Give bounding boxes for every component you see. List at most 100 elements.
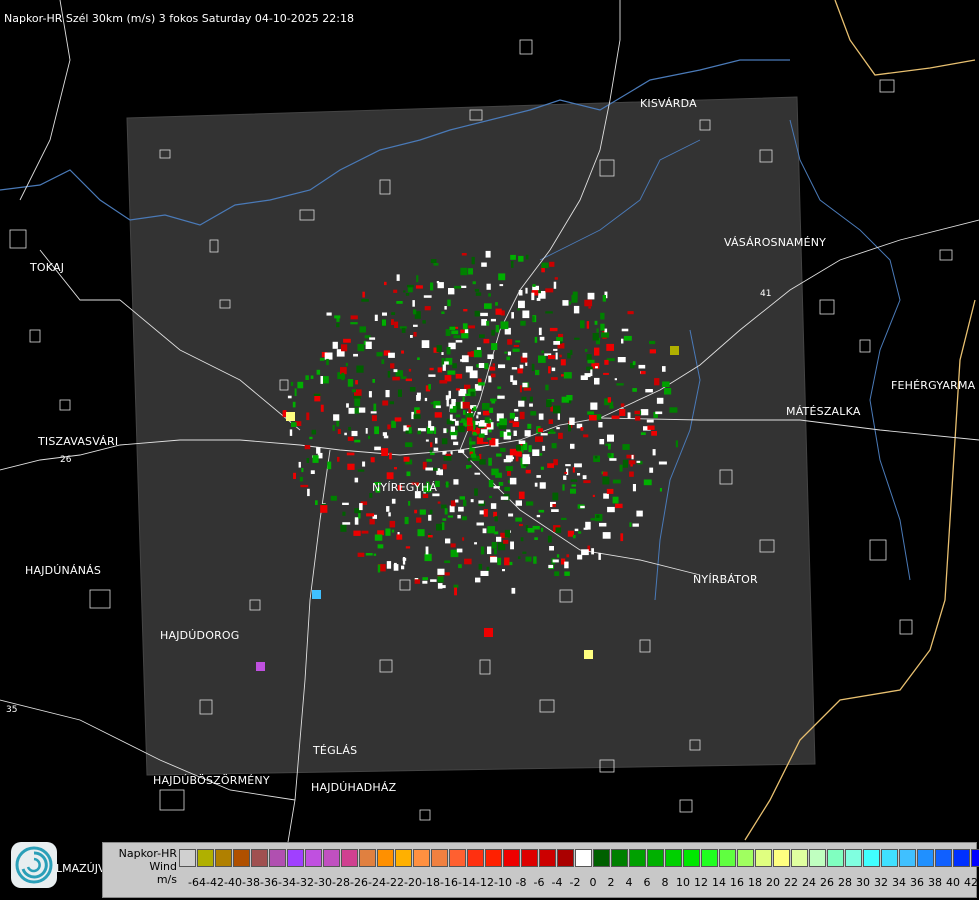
radar-map: 26 35 41 <box>0 0 979 861</box>
legend-title-line-2: Wind <box>149 860 177 873</box>
legend-tick-label: 34 <box>892 876 906 889</box>
legend-tick-label: -38 <box>242 876 260 889</box>
legend-swatch <box>737 849 754 867</box>
legend-swatch <box>809 849 826 867</box>
legend-swatch <box>341 849 358 867</box>
legend-swatch <box>251 849 268 867</box>
city-label-hajdunanas: HAJDÚNÁNÁS <box>25 564 102 577</box>
legend-swatch <box>431 849 448 867</box>
city-label-tiszavasvari: TISZAVASVÁRI <box>38 435 119 448</box>
legend-swatch <box>287 849 304 867</box>
legend-swatch <box>719 849 736 867</box>
legend-tick-label: 22 <box>784 876 798 889</box>
legend-swatch <box>611 849 628 867</box>
legend-swatch <box>449 849 466 867</box>
legend-swatch <box>557 849 574 867</box>
legend-tick-label: 24 <box>802 876 816 889</box>
legend-tick-label: 28 <box>838 876 852 889</box>
city-label-teglas: TÉGLÁS <box>313 744 358 757</box>
legend-tick-label: -8 <box>515 876 527 889</box>
legend-swatch <box>683 849 700 867</box>
legend-swatch <box>485 849 502 867</box>
road-number-35: 35 <box>6 705 17 715</box>
legend-tick-label: 0 <box>589 876 597 889</box>
legend-tick-label: -42 <box>206 876 224 889</box>
city-label-nyirbator: NYÍRBÁTOR <box>693 573 758 586</box>
legend-swatch <box>575 849 592 867</box>
legend-tick-label: -22 <box>386 876 404 889</box>
legend-tick-label: -6 <box>533 876 545 889</box>
legend-swatch <box>881 849 898 867</box>
legend-tick-label: 26 <box>820 876 834 889</box>
legend-swatch <box>323 849 340 867</box>
legend-swatch <box>863 849 880 867</box>
legend-tick-label: -2 <box>569 876 581 889</box>
legend-tick-label: -12 <box>476 876 494 889</box>
legend-tick-label: 20 <box>766 876 780 889</box>
legend-swatch <box>179 849 196 867</box>
legend-tick-label: 6 <box>643 876 651 889</box>
map-title: Napkor-HR Szél 30km (m/s) 3 fokos Saturd… <box>4 12 354 25</box>
legend-tick-label: -36 <box>260 876 278 889</box>
city-label-fehergyarmat: FEHÉRGYARMA <box>891 379 976 392</box>
city-label-hajduboszormeny: HAJDÚBÖSZÖRMÉNY <box>153 774 270 787</box>
legend-swatch <box>521 849 538 867</box>
legend-tick-label: 36 <box>910 876 924 889</box>
legend-swatch <box>755 849 772 867</box>
legend-swatch <box>701 849 718 867</box>
legend-title-line-3: m/s <box>156 873 177 886</box>
legend-swatch <box>827 849 844 867</box>
legend-tick-label: -10 <box>494 876 512 889</box>
road-number-26: 26 <box>60 455 72 465</box>
legend-tick-label: -26 <box>350 876 368 889</box>
city-label-hajduhadhaz: HAJDÚHADHÁZ <box>311 781 397 794</box>
legend-swatch <box>953 849 970 867</box>
legend-tick-label: 42 <box>964 876 978 889</box>
legend-tick-label: -64 <box>188 876 206 889</box>
legend-swatch <box>935 849 952 867</box>
legend-tick-label: -16 <box>440 876 458 889</box>
legend-swatches <box>179 849 979 867</box>
legend-swatch <box>773 849 790 867</box>
legend-swatch <box>791 849 808 867</box>
city-label-tokaj: TOKAJ <box>30 261 65 274</box>
legend-swatch <box>233 849 250 867</box>
city-label-vasarosnameny: VÁSÁROSNAMÉNY <box>724 236 827 249</box>
legend-tick-label: 32 <box>874 876 888 889</box>
legend-swatch <box>503 849 520 867</box>
legend-tick-label: -24 <box>368 876 386 889</box>
city-label-nyiregyhaza: NYÍREGYHÁ <box>372 481 438 494</box>
city-label-kisvarda: KISVÁRDA <box>640 97 697 110</box>
legend-tick-label: -18 <box>422 876 440 889</box>
legend-tick-label: -30 <box>314 876 332 889</box>
legend-tick-label: 38 <box>928 876 942 889</box>
legend-swatch <box>899 849 916 867</box>
legend-tick-label: -14 <box>458 876 476 889</box>
napkor-logo-icon <box>11 842 57 888</box>
legend-title: Napkor-HR Wind m/s <box>107 847 177 886</box>
legend-swatch <box>917 849 934 867</box>
legend-tick-label: 16 <box>730 876 744 889</box>
legend-tick-label: -40 <box>224 876 242 889</box>
legend-tick-label: 4 <box>625 876 633 889</box>
legend-tick-label: 40 <box>946 876 960 889</box>
legend-swatch <box>413 849 430 867</box>
legend-tick-label: 14 <box>712 876 726 889</box>
legend-tick-label: 18 <box>748 876 762 889</box>
radar-coverage-area <box>126 96 816 776</box>
legend-tick-label: -34 <box>278 876 296 889</box>
legend-swatch <box>269 849 286 867</box>
legend-swatch <box>647 849 664 867</box>
legend-swatch <box>845 849 862 867</box>
legend-swatch <box>359 849 376 867</box>
legend-swatch <box>197 849 214 867</box>
legend-tick-label: 30 <box>856 876 870 889</box>
legend-swatch <box>467 849 484 867</box>
road-number-41: 41 <box>760 289 771 299</box>
legend-tick-label: 10 <box>676 876 690 889</box>
legend-tick-label: 12 <box>694 876 708 889</box>
legend-swatch <box>377 849 394 867</box>
legend-tick-label: -20 <box>404 876 422 889</box>
legend-swatch <box>629 849 646 867</box>
legend-swatch <box>539 849 556 867</box>
